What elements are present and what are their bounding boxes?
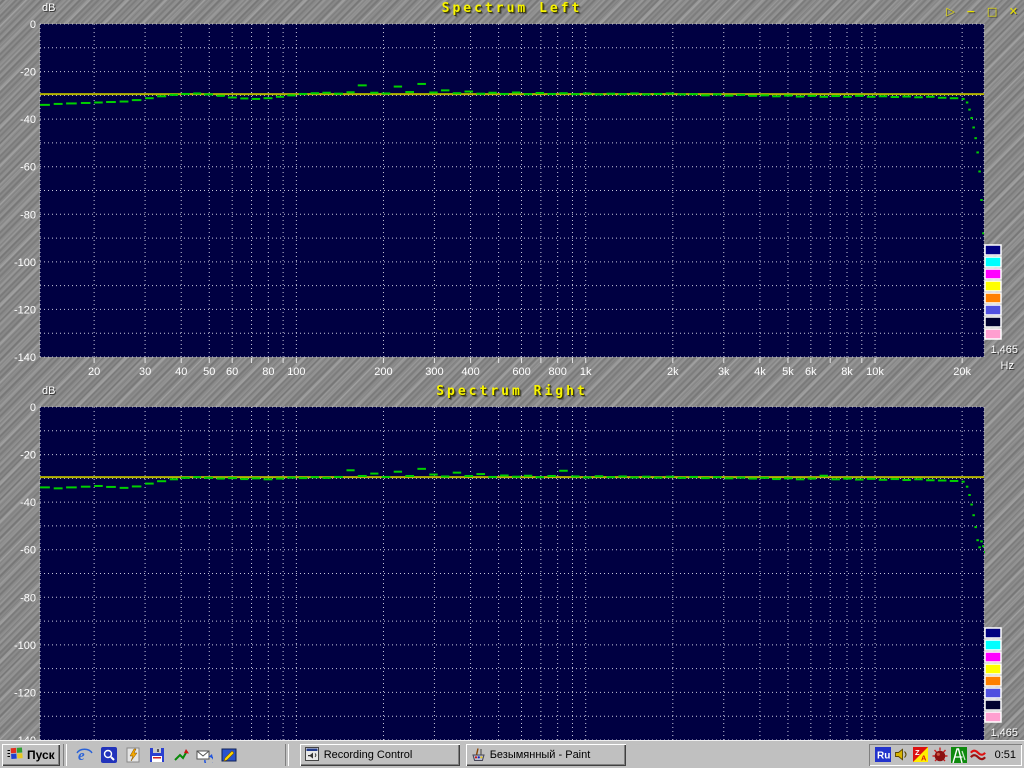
svg-text:A: A bbox=[921, 754, 927, 763]
play-control[interactable]: ▷ bbox=[946, 5, 954, 18]
svg-text:Z: Z bbox=[915, 748, 920, 757]
legend-color-swatch[interactable] bbox=[985, 652, 1001, 662]
x-tick-label: 3k bbox=[718, 366, 730, 378]
zonealarm-tray-icon[interactable]: ZA bbox=[913, 747, 929, 763]
x-tick-label: 5k bbox=[782, 366, 794, 378]
y-tick-label: -20 bbox=[20, 67, 36, 79]
legend-color-swatch[interactable] bbox=[985, 640, 1001, 650]
red-wave-tray-icon[interactable] bbox=[970, 747, 986, 763]
y-tick-label: -60 bbox=[20, 545, 36, 557]
notes-pencil-icon[interactable] bbox=[218, 744, 240, 766]
svg-text:Ru: Ru bbox=[877, 751, 890, 762]
legend-color-swatch[interactable] bbox=[985, 305, 1001, 315]
lang-ru-tray-icon[interactable]: Ru bbox=[875, 747, 891, 763]
windows-logo-icon bbox=[7, 746, 24, 764]
taskbar-separator bbox=[285, 744, 289, 766]
legend-color-swatch[interactable] bbox=[985, 293, 1001, 303]
legend-color-swatch[interactable] bbox=[985, 257, 1001, 267]
close-control[interactable]: ✕ bbox=[1009, 5, 1018, 18]
winamp-icon[interactable] bbox=[122, 744, 144, 766]
x-tick-label: 4k bbox=[754, 366, 766, 378]
start-button-label: Пуск bbox=[27, 748, 55, 762]
spectrum-left-panel: Spectrum Left dB 0-20-40-60-80-100-120-1… bbox=[0, 0, 1024, 383]
y-tick-label: -140 bbox=[14, 352, 36, 364]
maximize-control[interactable]: □ bbox=[987, 5, 997, 18]
legend-color-swatch[interactable] bbox=[985, 269, 1001, 279]
y-tick-label: -120 bbox=[14, 687, 36, 699]
legend-color-swatch[interactable] bbox=[985, 664, 1001, 674]
x-tick-label: 6k bbox=[805, 366, 817, 378]
taskbar-window-label: Безымянный - Paint bbox=[490, 749, 591, 761]
mail-sync-icon[interactable] bbox=[194, 744, 216, 766]
taskbar-separator bbox=[63, 744, 67, 766]
volume-control-icon bbox=[305, 747, 320, 762]
x-axis-unit: Hz bbox=[1001, 360, 1014, 372]
chart-arrows-icon[interactable] bbox=[170, 744, 192, 766]
taskbar-window-button[interactable]: Recording Control bbox=[300, 744, 460, 766]
floppy-save-icon[interactable] bbox=[146, 744, 168, 766]
x-tick-label: 20k bbox=[953, 366, 971, 378]
cursor-frequency-readout: 1,465 bbox=[990, 344, 1018, 356]
cursor-frequency-readout: 1,465 bbox=[990, 727, 1018, 739]
minimize-control[interactable]: − bbox=[966, 5, 975, 18]
legend-color-swatch[interactable] bbox=[985, 676, 1001, 686]
internet-explorer-icon[interactable]: e bbox=[74, 744, 96, 766]
system-tray: Ru ZA 0:51 bbox=[869, 744, 1022, 766]
spectrum-right-panel: Spectrum Right dB 0-20-40-60-80-100-120-… bbox=[0, 383, 1024, 740]
legend-color-swatch[interactable] bbox=[985, 317, 1001, 327]
y-tick-label: -20 bbox=[20, 450, 36, 462]
x-tick-label: 2k bbox=[667, 366, 679, 378]
spectrum-left-canvas[interactable]: 0 -20 -40 -60 -80 -100 -120 -140 20 30 40 50 60 80 100… bbox=[0, 0, 1024, 383]
x-tick-label: 200 bbox=[374, 366, 392, 378]
y-tick-label: 0 bbox=[30, 402, 36, 414]
task-buttons: Recording Control Безымянный - Paint bbox=[300, 744, 869, 766]
y-tick-label: -60 bbox=[20, 162, 36, 174]
legend-color-swatch[interactable] bbox=[985, 329, 1001, 339]
taskbar: Пуск e Recording Control Безымянный - Pai… bbox=[0, 740, 1024, 768]
bomb-av-tray-icon[interactable] bbox=[932, 747, 948, 763]
x-tick-label: 40 bbox=[175, 366, 187, 378]
y-tick-label: -120 bbox=[14, 304, 36, 316]
legend-color-swatch[interactable] bbox=[985, 700, 1001, 710]
taskbar-window-label: Recording Control bbox=[324, 749, 413, 761]
avp-monitor-tray-icon[interactable] bbox=[951, 747, 967, 763]
x-tick-label: 20 bbox=[88, 366, 100, 378]
y-tick-label: 0 bbox=[30, 19, 36, 31]
y-tick-label: -80 bbox=[20, 209, 36, 221]
legend-color-swatch[interactable] bbox=[985, 712, 1001, 722]
y-tick-label: -40 bbox=[20, 497, 36, 509]
x-tick-label: 30 bbox=[139, 366, 151, 378]
window-controls: ▷ − □ ✕ bbox=[939, 2, 1018, 20]
x-tick-label: 60 bbox=[226, 366, 238, 378]
legend-color-swatch[interactable] bbox=[985, 245, 1001, 255]
y-tick-label: -100 bbox=[14, 640, 36, 652]
taskbar-window-button[interactable]: Безымянный - Paint bbox=[466, 744, 626, 766]
y-tick-label: -80 bbox=[20, 592, 36, 604]
x-tick-label: 800 bbox=[548, 366, 566, 378]
x-tick-label: 8k bbox=[841, 366, 853, 378]
volume-tray-icon[interactable] bbox=[894, 747, 910, 763]
x-tick-label: 1k bbox=[580, 366, 592, 378]
x-tick-label: 50 bbox=[203, 366, 215, 378]
paint-icon bbox=[471, 747, 486, 762]
spectrum-right-canvas[interactable]: 0-20-40-60-80-100-120-140 bbox=[0, 383, 1024, 740]
quick-launch-bar: e bbox=[70, 744, 282, 766]
clock: 0:51 bbox=[995, 749, 1016, 761]
x-tick-label: 300 bbox=[425, 366, 443, 378]
desktop: ▷ − □ ✕ Spectrum Left dB 0-20-40-60-80-1… bbox=[0, 0, 1024, 768]
start-button[interactable]: Пуск bbox=[2, 744, 60, 766]
legend-color-swatch[interactable] bbox=[985, 628, 1001, 638]
magnifier-app-icon[interactable] bbox=[98, 744, 120, 766]
legend-color-swatch[interactable] bbox=[985, 688, 1001, 698]
x-tick-label: 10k bbox=[866, 366, 884, 378]
y-tick-label: -40 bbox=[20, 114, 36, 126]
x-tick-label: 100 bbox=[287, 366, 305, 378]
x-tick-label: 80 bbox=[262, 366, 274, 378]
y-tick-label: -100 bbox=[14, 257, 36, 269]
x-tick-label: 600 bbox=[512, 366, 530, 378]
legend-color-swatch[interactable] bbox=[985, 281, 1001, 291]
tray-icons: Ru ZA bbox=[875, 747, 986, 763]
x-tick-label: 400 bbox=[461, 366, 479, 378]
